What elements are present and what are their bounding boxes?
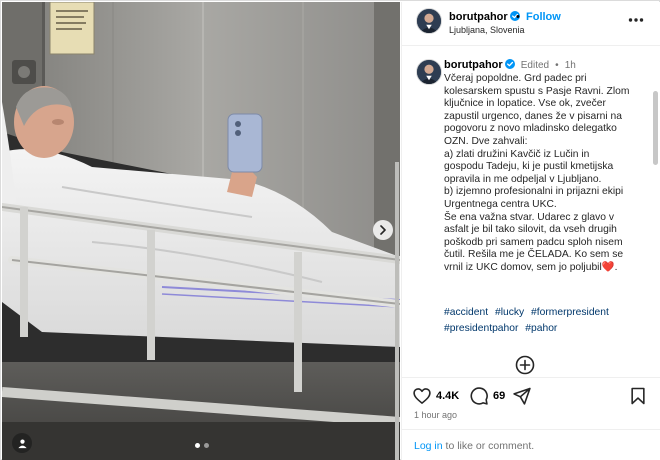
caption-line: a) zlati družini Kavčič iz Lučin in — [444, 148, 590, 160]
post-photo — [2, 2, 400, 460]
caption-line: OZN. Dve zahvali: — [444, 135, 528, 147]
meta-separator: • — [555, 60, 559, 71]
caption-username[interactable]: borutpahor — [444, 59, 503, 71]
caption-line: pogovoru z novo mladinsko delegatko — [444, 123, 617, 135]
hashtag-list: #accident #lucky #formerpresident #presi… — [444, 305, 644, 336]
carousel-dot — [204, 443, 209, 448]
author-avatar[interactable] — [416, 8, 442, 34]
hashtag-link[interactable]: #accident — [444, 307, 488, 318]
like-action: 4.4K — [412, 386, 459, 406]
caption-author-avatar[interactable] — [416, 59, 442, 85]
hashtag-link[interactable]: #lucky — [495, 307, 524, 318]
post-header: borutpahor • Follow Ljubljana, Slovenia — [402, 2, 660, 46]
more-options-icon[interactable] — [628, 17, 644, 23]
caption-line: zapustil urgenco, danes že v pisarni na — [444, 110, 623, 122]
instagram-post-embed: borutpahor • Follow Ljubljana, Slovenia — [0, 0, 660, 460]
hashtag-link[interactable]: #formerpresident — [531, 307, 609, 318]
avatar-image — [417, 9, 441, 33]
share-action — [512, 386, 532, 406]
verified-badge-icon — [504, 59, 515, 69]
caption-line: asfalt je bil tako silovit, da vseh drug… — [444, 224, 617, 236]
likes-count[interactable]: 4.4K — [436, 390, 459, 402]
carousel-indicator — [195, 443, 209, 448]
caption-line: Včeraj popoldne. Grd padec pri — [444, 73, 587, 84]
comments-count[interactable]: 69 — [493, 390, 505, 402]
post-actions-bar: 4.4K 69 1 hour ago — [402, 377, 660, 425]
user-tags-button[interactable] — [12, 433, 32, 453]
caption-text: Včeraj popoldne. Grd padec pri kolesarsk… — [444, 73, 654, 275]
carousel-next-button[interactable] — [373, 220, 393, 240]
follow-button[interactable]: Follow — [526, 11, 561, 23]
login-prompt-text: to like or comment. — [442, 440, 535, 452]
post-media[interactable] — [2, 2, 400, 460]
login-to-comment-bar: Log in to like or comment. — [402, 429, 660, 460]
post-details-panel: borutpahor • Follow Ljubljana, Slovenia — [401, 2, 660, 460]
comment-action: 69 — [469, 386, 505, 406]
caption-last-text: vrnil iz UKC domov, sem jo poljubil — [444, 261, 602, 273]
caption-line: Urgentnega centra UKC. — [444, 198, 557, 210]
caption-line: ključnice in lopatice. Vse ok, zvečer — [444, 98, 606, 110]
header-separator: • — [516, 11, 520, 23]
bookmark-icon[interactable] — [628, 386, 648, 406]
hashtag-link[interactable]: #presidentpahor — [444, 323, 518, 334]
author-username[interactable]: borutpahor — [449, 11, 520, 23]
caption-end: . — [614, 261, 618, 273]
caption-line: Še ena važna stvar. Udarec z glavo v — [444, 211, 614, 223]
caption-line: gospodu Tadeju, ki je pustil kmetijska — [444, 161, 614, 173]
author-username-text[interactable]: borutpahor — [449, 11, 508, 23]
post-time-ago[interactable]: 1 hour ago — [414, 410, 457, 420]
chevron-right-icon — [380, 225, 386, 235]
caption-line: čutil. Rešila me je ČELADA. Ko sem se — [444, 249, 624, 261]
caption-line: poškodb pri samem padcu sploh nisem — [444, 236, 623, 248]
caption-scrollbar[interactable] — [653, 91, 658, 165]
user-tag-icon — [17, 439, 27, 448]
carousel-dot-active — [195, 443, 200, 448]
heart-icon[interactable] — [412, 386, 432, 406]
save-action — [628, 386, 648, 406]
avatar-image — [417, 60, 441, 84]
plus-circle-icon[interactable] — [515, 355, 535, 375]
caption-line: kolesarskem spustu s Pasje Ravni. Zlom — [444, 85, 630, 97]
caption-line: b) izjemno profesionalni in prijazni eki… — [444, 186, 624, 198]
comment-icon[interactable] — [469, 386, 489, 406]
edited-label: Edited — [520, 60, 550, 71]
caption-line: opravila in me odpeljal v Ljubljano. — [444, 173, 602, 185]
post-location[interactable]: Ljubljana, Slovenia — [449, 25, 525, 35]
caption-line-last: vrnil iz UKC domov, sem jo poljubil❤️. — [444, 262, 654, 275]
caption-header: borutpahor Edited • 1h — [444, 59, 576, 71]
share-icon[interactable] — [512, 386, 532, 406]
caption-timestamp[interactable]: 1h — [565, 60, 576, 71]
caption-section: borutpahor Edited • 1h Včeraj popoldne. … — [402, 47, 660, 377]
red-heart-emoji-icon: ❤️ — [601, 261, 615, 273]
login-link[interactable]: Log in — [414, 440, 443, 452]
hashtag-link[interactable]: #pahor — [525, 323, 557, 334]
